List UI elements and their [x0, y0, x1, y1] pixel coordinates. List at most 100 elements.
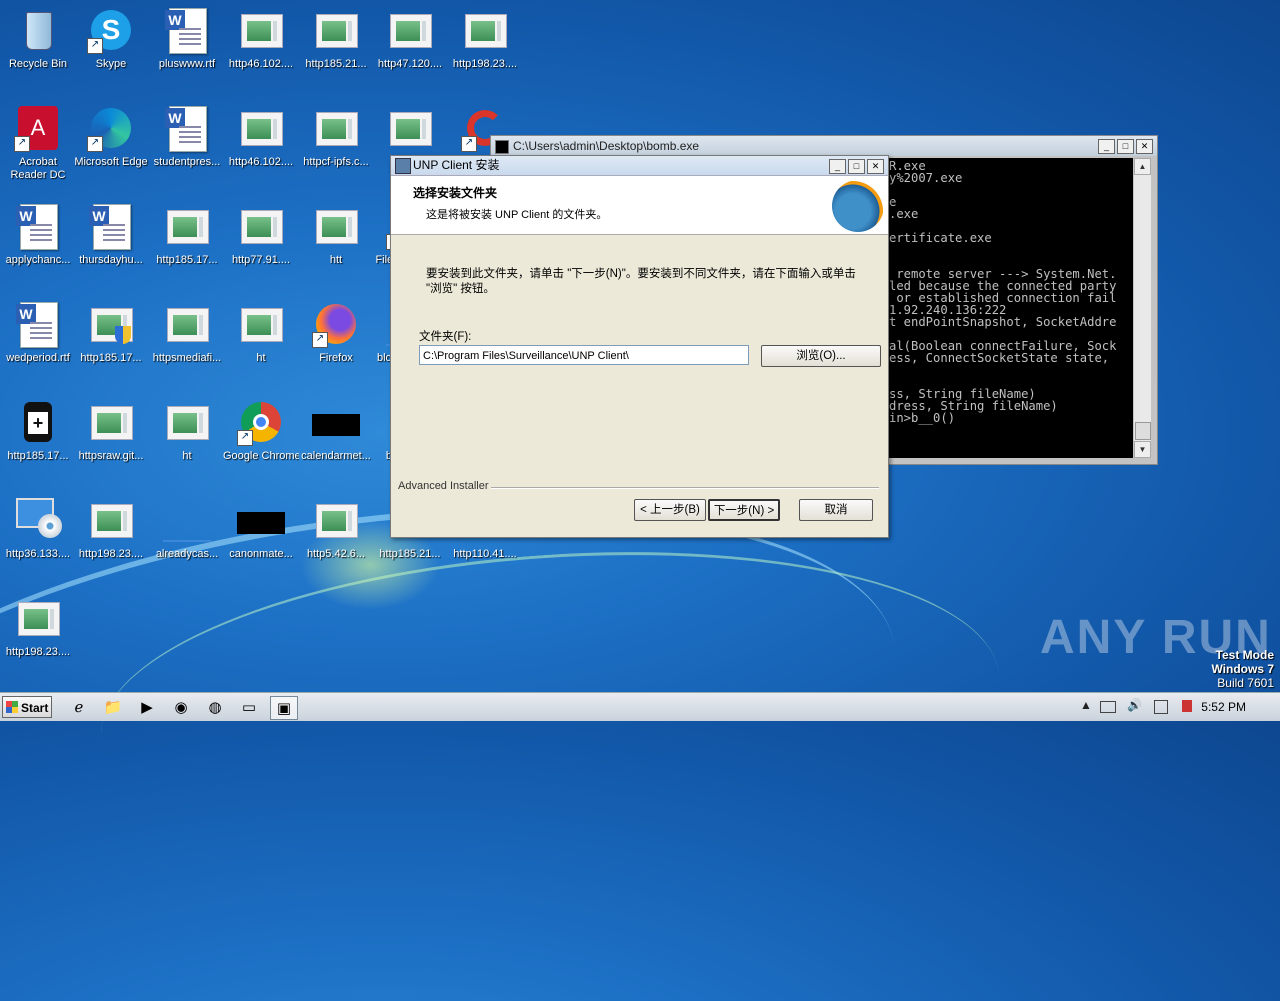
console-line: in>b__0(): [889, 411, 956, 425]
desktop-icon-html[interactable]: http5.42.6...: [298, 496, 374, 561]
minimize-button[interactable]: _: [829, 159, 846, 174]
desktop-icon-html[interactable]: http185.21...: [298, 6, 374, 71]
desktop-icon-medkit[interactable]: + http185.17...: [0, 398, 76, 463]
desktop-icon-label: canonmate...: [229, 548, 293, 560]
medkit-icon: +: [14, 398, 62, 446]
desktop-icon-html[interactable]: http47.120....: [372, 6, 448, 71]
desktop-icon-label: htt: [329, 254, 343, 266]
windows-flag-icon: [6, 701, 18, 713]
installer-titlebar[interactable]: UNP Client 安装 _ □ ✕: [391, 156, 888, 176]
minimize-button[interactable]: _: [1098, 139, 1115, 154]
scroll-thumb[interactable]: [1135, 422, 1151, 440]
monitor-icon: [14, 496, 62, 544]
desktop-icon-html[interactable]: http77.91....: [223, 202, 299, 267]
desktop-icon-html[interactable]: httpcf-ipfs.c...: [298, 104, 374, 169]
desktop-icon-word[interactable]: Wstudentpres...: [149, 104, 225, 169]
clock[interactable]: 5:52 PM: [1201, 700, 1246, 714]
desktop-icon-label: http36.133....: [5, 548, 71, 560]
console-title: C:\Users\admin\Desktop\bomb.exe: [513, 139, 700, 153]
console-line: y%2007.exe: [889, 171, 963, 185]
desktop-icon-word[interactable]: Wwedperiod.rtf: [0, 300, 76, 365]
desktop-icon-html[interactable]: http46.102....: [223, 6, 299, 71]
desktop-icon-label: http47.120....: [377, 58, 443, 70]
folder-label: 文件夹(F):: [419, 331, 472, 343]
desktop-icon-word[interactable]: Wthursdayhu...: [73, 202, 149, 267]
taskbar-chrome-icon[interactable]: ◉: [168, 696, 194, 718]
desktop-icon-label: http198.23....: [5, 646, 71, 658]
desktop-icon-html[interactable]: htt: [298, 202, 374, 267]
desktop-icon-recycle-bin[interactable]: Recycle Bin: [0, 6, 76, 71]
desktop-icon-monitor[interactable]: http36.133....: [0, 496, 76, 561]
html-icon: [237, 202, 285, 250]
desktop-icon-edge[interactable]: ↗ Microsoft Edge: [73, 104, 149, 169]
desktop-icon-html[interactable]: [372, 104, 448, 156]
taskbar-window-icon[interactable]: ▭: [236, 696, 262, 718]
console-scrollbar[interactable]: ▲ ▼: [1134, 158, 1151, 458]
desktop-icon-label: applychanc...: [5, 254, 71, 266]
installer-subheading: 这是将被安装 UNP Client 的文件夹。: [426, 209, 608, 221]
black-icon: [312, 398, 360, 446]
show-hidden-icons-icon[interactable]: ▲: [1080, 698, 1092, 712]
desktop-icon-html[interactable]: http46.102....: [223, 104, 299, 169]
taskbar-explorer-icon[interactable]: 📁: [100, 696, 126, 718]
taskbar-edge-icon[interactable]: ◍: [202, 696, 228, 718]
html-icon: [312, 104, 360, 152]
desktop-icon-black[interactable]: canonmate...: [223, 496, 299, 561]
browse-button[interactable]: 浏览(O)...: [761, 345, 881, 367]
maximize-button[interactable]: □: [1117, 139, 1134, 154]
back-button[interactable]: < 上一步(B): [634, 499, 706, 521]
desktop-icon-html[interactable]: http198.23....: [73, 496, 149, 561]
close-button[interactable]: ✕: [867, 159, 884, 174]
console-line: ess, ConnectSocketState state,: [889, 351, 1110, 365]
desktop-icon-blank[interactable]: alreadycas...: [149, 496, 225, 561]
installer-dialog[interactable]: UNP Client 安装 _ □ ✕ 选择安装文件夹 这是将被安装 UNP C…: [390, 155, 889, 538]
console-line: t endPointSnapshot, SocketAddre: [889, 315, 1117, 329]
desktop-icon-html[interactable]: httpsmediafi...: [149, 300, 225, 365]
desktop-icon-label: http185.17...: [7, 450, 69, 462]
maximize-button[interactable]: □: [848, 159, 865, 174]
close-button[interactable]: ✕: [1136, 139, 1153, 154]
desktop-icon-firefox[interactable]: ↗ Firefox: [298, 300, 374, 365]
skype-icon: S ↗: [87, 6, 135, 54]
scroll-down-icon[interactable]: ▼: [1134, 441, 1151, 458]
cancel-button[interactable]: 取消: [799, 499, 873, 521]
desktop-icon-label: http185.21...: [379, 548, 441, 560]
desktop-icon-html-shield[interactable]: http185.17...: [73, 300, 149, 365]
desktop-icon-html[interactable]: http198.23....: [447, 6, 523, 71]
desktop-icon-html[interactable]: http185.17...: [149, 202, 225, 267]
desktop-icon-word[interactable]: Wpluswww.rtf: [149, 6, 225, 71]
desktop-icon-html[interactable]: http198.23....: [0, 594, 76, 659]
start-button[interactable]: Start: [2, 696, 52, 718]
scroll-up-icon[interactable]: ▲: [1134, 158, 1151, 175]
desktop-icon-label: http198.23....: [78, 548, 144, 560]
desktop-icon-html[interactable]: httpsraw.git...: [73, 398, 149, 463]
volume-icon[interactable]: 🔊: [1127, 698, 1142, 712]
desktop-icon-label: Recycle Bin: [8, 58, 68, 70]
installer-heading: 选择安装文件夹: [413, 186, 498, 200]
desktop-icon-html[interactable]: ht: [223, 300, 299, 365]
desktop-icon-html[interactable]: ht: [149, 398, 225, 463]
taskbar-installer-icon[interactable]: ▣: [270, 696, 298, 720]
desktop-icon-label: http185.17...: [80, 352, 142, 364]
desktop-icon-skype[interactable]: S ↗ Skype: [73, 6, 149, 71]
desktop-icon-label: httpsraw.git...: [78, 450, 144, 462]
console-titlebar[interactable]: C:\Users\admin\Desktop\bomb.exe _ □ ✕: [491, 136, 1157, 156]
desktop-icon-black[interactable]: calendarmet...: [298, 398, 374, 463]
security-flag-icon[interactable]: [1182, 700, 1192, 712]
word-icon: W: [87, 202, 135, 250]
next-button[interactable]: 下一步(N) >: [708, 499, 780, 521]
desktop-icon-chrome[interactable]: ↗ Google Chrome: [223, 398, 299, 463]
html-icon: [386, 6, 434, 54]
taskbar-media-player-icon[interactable]: ▶: [134, 696, 160, 718]
desktop-icon-label: Acrobat Reader DC: [10, 156, 66, 181]
folder-path-input[interactable]: C:\Program Files\Surveillance\UNP Client…: [419, 345, 749, 365]
taskbar-ie-icon[interactable]: ℯ: [66, 696, 92, 718]
desktop-icon-word[interactable]: Wapplychanc...: [0, 202, 76, 267]
blank-icon: [163, 496, 211, 544]
html-shield-icon: [87, 300, 135, 348]
action-center-icon[interactable]: [1100, 701, 1116, 713]
desktop-icon-acrobat[interactable]: A ↗ Acrobat Reader DC: [0, 104, 76, 182]
network-icon[interactable]: [1154, 700, 1168, 714]
